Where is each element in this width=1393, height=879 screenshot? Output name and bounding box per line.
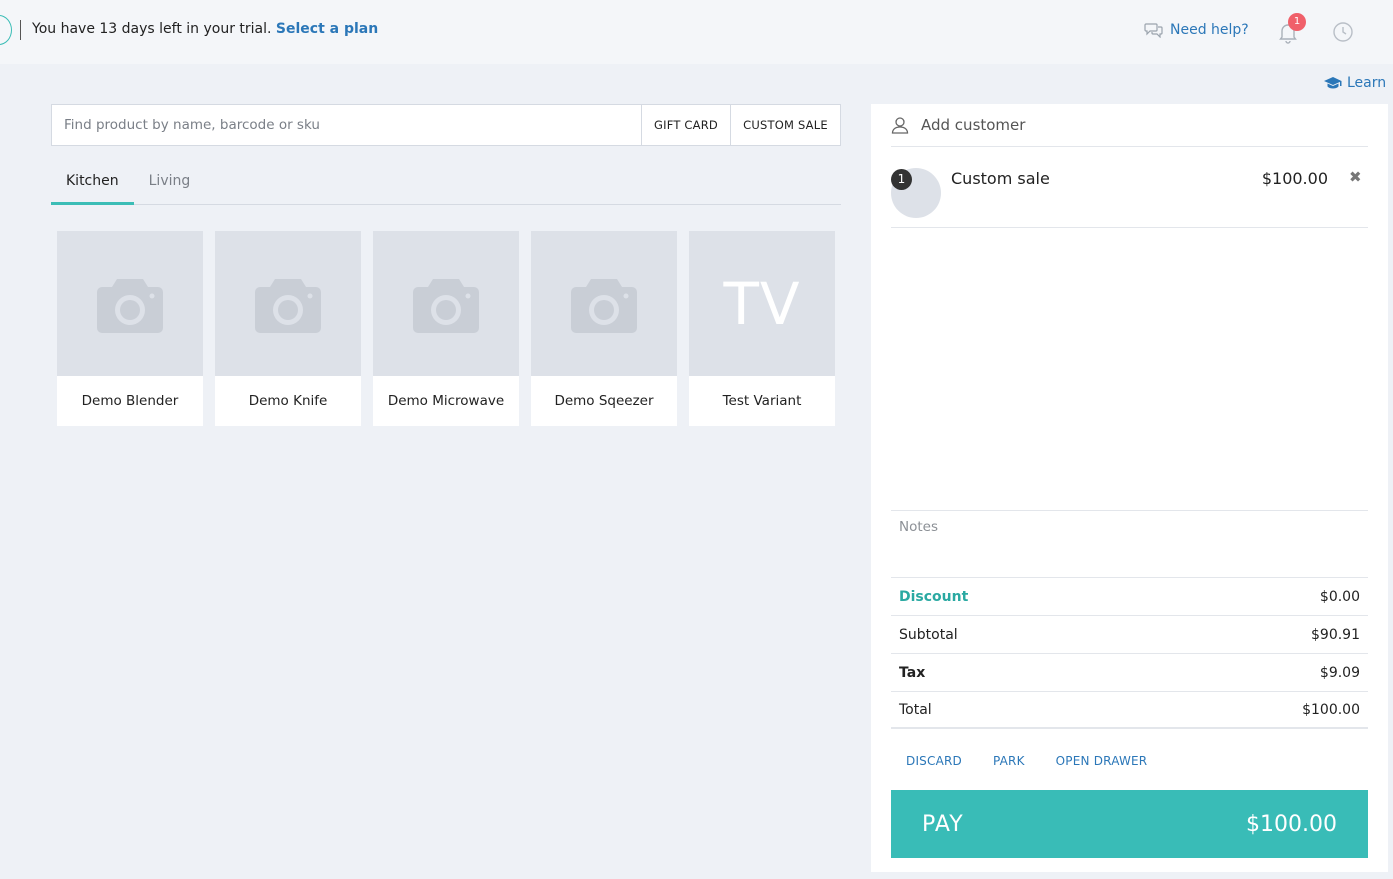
pay-button[interactable]: PAY $100.00 [891, 790, 1368, 858]
product-card[interactable]: TV Test Variant [689, 231, 835, 426]
product-thumbnail [373, 231, 519, 376]
camera-icon [255, 278, 321, 333]
product-search-input[interactable] [52, 105, 641, 145]
cart-line-item[interactable]: 1 Custom sale $100.00 ✖ [891, 147, 1368, 228]
product-name: Demo Sqeezer [554, 393, 654, 409]
tax-value: $9.09 [1319, 664, 1360, 681]
subtotal-row: Subtotal $90.91 [891, 615, 1368, 653]
user-icon [891, 117, 909, 134]
tab-kitchen[interactable]: Kitchen [51, 166, 134, 205]
subtotal-value: $90.91 [1311, 626, 1360, 643]
product-grid: Demo Blender Demo Knife Demo Microwave D… [57, 231, 835, 426]
pay-amount: $100.00 [1246, 811, 1337, 837]
need-help-label: Need help? [1170, 22, 1249, 38]
category-tabs: Kitchen Living [51, 166, 841, 205]
camera-icon [571, 278, 637, 333]
product-name: Demo Knife [248, 393, 328, 409]
discount-row: Discount $0.00 [891, 577, 1368, 615]
subtotal-label: Subtotal [899, 626, 958, 643]
total-label: Total [899, 701, 932, 718]
tax-row: Tax $9.09 [891, 653, 1368, 691]
product-search-bar: GIFT CARD CUSTOM SALE [51, 104, 841, 146]
graduation-cap-icon [1324, 77, 1342, 89]
clock-icon[interactable] [1332, 21, 1354, 43]
product-name: Demo Microwave [387, 393, 505, 409]
product-name: Demo Blender [81, 393, 179, 409]
notification-badge: 1 [1288, 13, 1306, 31]
product-initials: TV [723, 269, 801, 338]
line-item-name: Custom sale [951, 169, 1050, 188]
notes-area [891, 510, 1368, 577]
order-totals: Discount $0.00 Subtotal $90.91 Tax $9.09… [891, 577, 1368, 729]
logo-ring-icon [0, 15, 12, 45]
need-help-button[interactable]: Need help? [1144, 22, 1249, 38]
camera-icon [413, 278, 479, 333]
pay-label: PAY [922, 811, 964, 837]
line-item-price: $100.00 [1261, 169, 1328, 188]
discount-button[interactable]: Discount [899, 589, 968, 605]
product-card[interactable]: Demo Blender [57, 231, 203, 426]
product-card[interactable]: Demo Sqeezer [531, 231, 677, 426]
discard-button[interactable]: DISCARD [906, 754, 962, 774]
product-card[interactable]: Demo Knife [215, 231, 361, 426]
add-customer-label: Add customer [921, 116, 1026, 134]
discount-value: $0.00 [1319, 588, 1360, 605]
add-customer-button[interactable]: Add customer [891, 104, 1368, 147]
tab-living[interactable]: Living [134, 166, 206, 205]
product-thumbnail [57, 231, 203, 376]
select-plan-link[interactable]: Select a plan [276, 21, 378, 37]
product-thumbnail: TV [689, 231, 835, 376]
divider [20, 20, 21, 40]
sale-actions: DISCARD PARK OPEN DRAWER [891, 754, 1368, 774]
total-value: $100.00 [1302, 701, 1360, 718]
notes-input[interactable] [891, 511, 1368, 577]
product-thumbnail [531, 231, 677, 376]
learn-label: Learn [1347, 75, 1387, 91]
product-name: Test Variant [722, 393, 802, 409]
quantity-badge: 1 [891, 169, 912, 190]
custom-sale-button[interactable]: CUSTOM SALE [730, 105, 840, 145]
trial-text: You have 13 days left in your trial. [32, 21, 272, 37]
chat-bubbles-icon [1144, 23, 1163, 38]
remove-item-icon[interactable]: ✖ [1349, 169, 1363, 185]
learn-link[interactable]: Learn [1324, 75, 1386, 91]
top-bar: You have 13 days left in your trial. Sel… [0, 0, 1393, 64]
camera-icon [97, 278, 163, 333]
tax-label: Tax [899, 664, 926, 681]
park-button[interactable]: PARK [993, 754, 1025, 774]
product-card[interactable]: Demo Microwave [373, 231, 519, 426]
total-row: Total $100.00 [891, 691, 1368, 729]
cart-panel: Add customer 1 Custom sale $100.00 ✖ Dis… [871, 104, 1388, 872]
trial-message: You have 13 days left in your trial. Sel… [32, 21, 378, 37]
gift-card-button[interactable]: GIFT CARD [641, 105, 730, 145]
open-drawer-button[interactable]: OPEN DRAWER [1056, 754, 1148, 774]
product-thumbnail [215, 231, 361, 376]
